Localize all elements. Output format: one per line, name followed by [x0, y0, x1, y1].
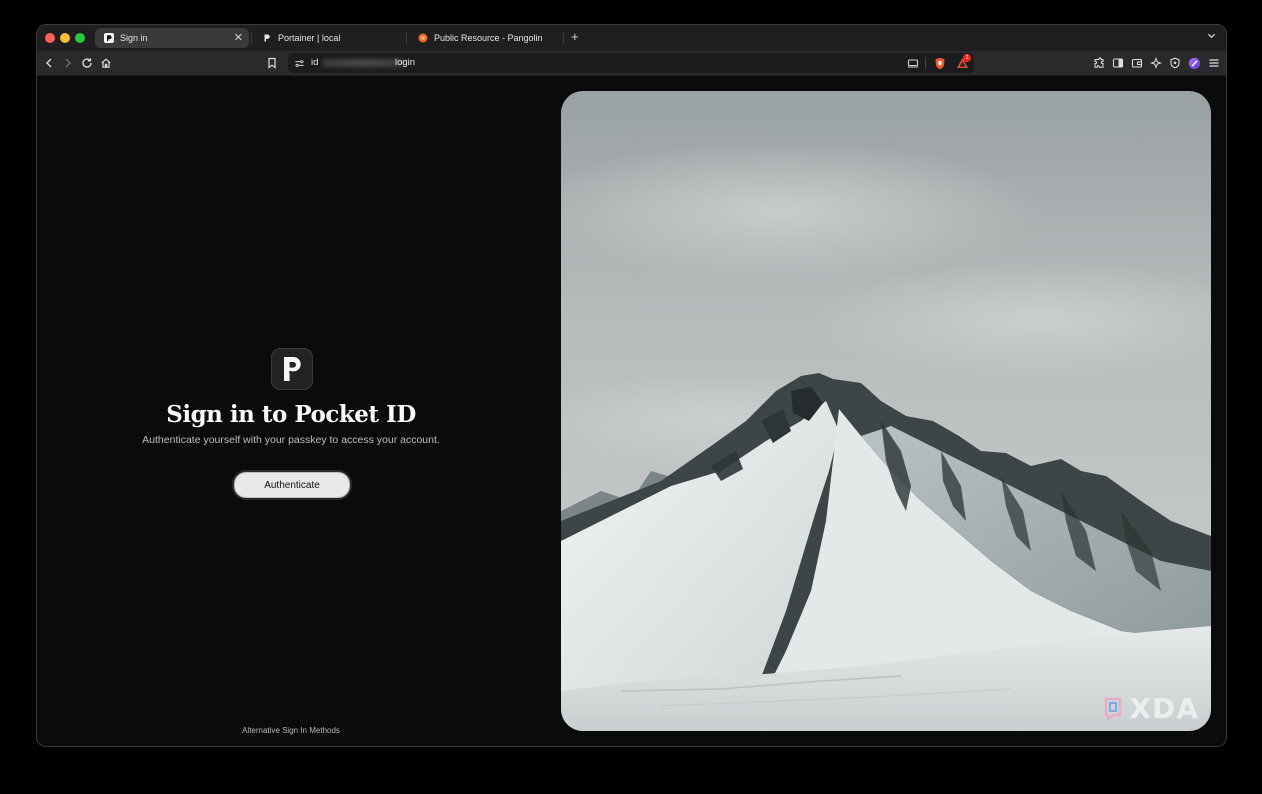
browser-toolbar: id login 1	[37, 51, 1226, 76]
address-bar[interactable]: id login 1	[288, 53, 974, 73]
cast-icon[interactable]	[906, 56, 920, 70]
xda-watermark: XDA	[1104, 692, 1200, 725]
vpn-icon[interactable]	[1168, 56, 1182, 70]
sidebar-icon[interactable]	[1111, 56, 1125, 70]
fullscreen-window-button[interactable]	[75, 33, 85, 43]
pocket-id-favicon-icon	[104, 33, 114, 43]
pangolin-favicon-icon	[418, 33, 428, 43]
pocket-id-favicon-icon	[262, 33, 272, 43]
rewards-badge: 1	[963, 54, 971, 62]
tab-separator	[251, 32, 252, 44]
xda-logo-icon	[1104, 697, 1121, 721]
pocket-id-logo	[271, 348, 313, 390]
home-icon[interactable]	[99, 56, 113, 70]
tab-list-chevron-icon[interactable]	[1207, 31, 1216, 43]
back-icon[interactable]	[42, 56, 56, 70]
menu-icon[interactable]	[1207, 56, 1221, 70]
tab-label: Public Resource - Pangolin	[434, 33, 543, 43]
page-title: Sign in to Pocket ID	[166, 401, 416, 428]
page-content: Sign in to Pocket ID Authenticate yourse…	[37, 76, 1226, 746]
watermark-text: XDA	[1129, 692, 1199, 725]
browser-window: Sign in ✕ Portainer | local Public Resou…	[36, 24, 1227, 747]
mountain-photo: XDA	[561, 91, 1211, 731]
mountain-image	[561, 91, 1211, 731]
tab-label: Sign in	[120, 33, 148, 43]
wallet-icon[interactable]	[1130, 56, 1144, 70]
minimize-window-button[interactable]	[60, 33, 70, 43]
tab-pangolin[interactable]: Public Resource - Pangolin	[409, 28, 559, 48]
tab-separator	[406, 32, 407, 44]
url-redacted	[322, 59, 406, 67]
extensions-icon[interactable]	[1092, 56, 1106, 70]
tab-label: Portainer | local	[278, 33, 341, 43]
brave-shield-icon[interactable]	[933, 56, 947, 70]
tab-strip: Sign in ✕ Portainer | local Public Resou…	[37, 25, 1226, 51]
url-divider	[925, 57, 926, 69]
reload-icon[interactable]	[80, 56, 94, 70]
tab-sign-in[interactable]: Sign in ✕	[95, 28, 249, 48]
alternative-sign-in-link[interactable]: Alternative Sign In Methods	[37, 726, 545, 735]
forward-icon[interactable]	[61, 56, 75, 70]
pocket-id-logo-icon	[284, 357, 301, 381]
authenticate-button[interactable]: Authenticate	[234, 472, 350, 498]
url-host-prefix: id	[311, 57, 319, 68]
profile-icon[interactable]	[1187, 56, 1201, 70]
tab-portainer[interactable]: Portainer | local	[253, 28, 403, 48]
url-path: login	[395, 57, 416, 68]
close-window-button[interactable]	[45, 33, 55, 43]
bookmark-icon[interactable]	[265, 56, 279, 70]
site-settings-icon[interactable]	[292, 56, 306, 70]
new-tab-button[interactable]: +	[571, 29, 579, 44]
leo-ai-icon[interactable]	[1149, 56, 1163, 70]
tab-separator	[563, 32, 564, 44]
close-tab-icon[interactable]: ✕	[234, 31, 243, 44]
page-subtitle: Authenticate yourself with your passkey …	[142, 434, 440, 446]
